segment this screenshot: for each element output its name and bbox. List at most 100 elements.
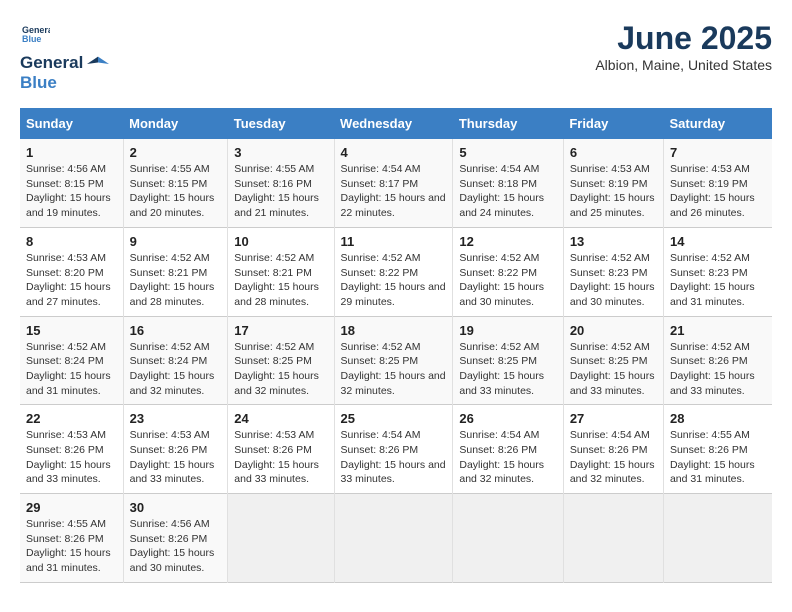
day-info: Sunrise: 4:54 AM Sunset: 8:18 PM Dayligh… xyxy=(459,162,556,221)
day-info: Sunrise: 4:54 AM Sunset: 8:26 PM Dayligh… xyxy=(341,428,447,487)
sunset: Sunset: 8:22 PM xyxy=(459,267,537,279)
daylight: Daylight: 15 hours and 24 minutes. xyxy=(459,192,544,219)
sunset: Sunset: 8:17 PM xyxy=(341,178,419,190)
sunset: Sunset: 8:21 PM xyxy=(130,267,208,279)
day-info: Sunrise: 4:55 AM Sunset: 8:16 PM Dayligh… xyxy=(234,162,327,221)
daylight: Daylight: 15 hours and 33 minutes. xyxy=(341,459,446,486)
sunrise: Sunrise: 4:54 AM xyxy=(341,163,421,175)
day-info: Sunrise: 4:52 AM Sunset: 8:26 PM Dayligh… xyxy=(670,340,766,399)
day-info: Sunrise: 4:52 AM Sunset: 8:25 PM Dayligh… xyxy=(234,340,327,399)
daylight: Daylight: 15 hours and 33 minutes. xyxy=(130,459,215,486)
day-number: 25 xyxy=(341,411,447,426)
day-number: 16 xyxy=(130,323,222,338)
sunset: Sunset: 8:26 PM xyxy=(26,533,104,545)
sunset: Sunset: 8:23 PM xyxy=(670,267,748,279)
day-number: 28 xyxy=(670,411,766,426)
calendar-week-row: 22 Sunrise: 4:53 AM Sunset: 8:26 PM Dayl… xyxy=(20,405,772,494)
daylight: Daylight: 15 hours and 33 minutes. xyxy=(459,370,544,397)
sunset: Sunset: 8:23 PM xyxy=(570,267,648,279)
day-info: Sunrise: 4:52 AM Sunset: 8:25 PM Dayligh… xyxy=(341,340,447,399)
calendar-cell: 13 Sunrise: 4:52 AM Sunset: 8:23 PM Dayl… xyxy=(563,227,663,316)
daylight: Daylight: 15 hours and 31 minutes. xyxy=(26,547,111,574)
calendar-cell: 17 Sunrise: 4:52 AM Sunset: 8:25 PM Dayl… xyxy=(228,316,334,405)
sunrise: Sunrise: 4:52 AM xyxy=(341,252,421,264)
sunset: Sunset: 8:26 PM xyxy=(130,533,208,545)
calendar-cell xyxy=(563,494,663,583)
daylight: Daylight: 15 hours and 29 minutes. xyxy=(341,281,446,308)
calendar-cell: 11 Sunrise: 4:52 AM Sunset: 8:22 PM Dayl… xyxy=(334,227,453,316)
day-number: 18 xyxy=(341,323,447,338)
day-info: Sunrise: 4:53 AM Sunset: 8:19 PM Dayligh… xyxy=(570,162,657,221)
sunrise: Sunrise: 4:52 AM xyxy=(341,341,421,353)
day-number: 19 xyxy=(459,323,556,338)
daylight: Daylight: 15 hours and 19 minutes. xyxy=(26,192,111,219)
sunset: Sunset: 8:21 PM xyxy=(234,267,312,279)
day-info: Sunrise: 4:53 AM Sunset: 8:26 PM Dayligh… xyxy=(130,428,222,487)
day-info: Sunrise: 4:55 AM Sunset: 8:26 PM Dayligh… xyxy=(670,428,766,487)
sunrise: Sunrise: 4:54 AM xyxy=(570,429,650,441)
page-header: General Blue General Blue June 2025 Albi… xyxy=(20,20,772,92)
calendar-header-row: SundayMondayTuesdayWednesdayThursdayFrid… xyxy=(20,108,772,139)
sunset: Sunset: 8:22 PM xyxy=(341,267,419,279)
sunrise: Sunrise: 4:55 AM xyxy=(234,163,314,175)
sunset: Sunset: 8:25 PM xyxy=(341,355,419,367)
sunset: Sunset: 8:26 PM xyxy=(341,444,419,456)
logo-bird-icon xyxy=(87,53,109,75)
sunrise: Sunrise: 4:53 AM xyxy=(26,252,106,264)
sunrise: Sunrise: 4:52 AM xyxy=(26,341,106,353)
calendar-cell xyxy=(334,494,453,583)
day-number: 14 xyxy=(670,234,766,249)
calendar-cell: 21 Sunrise: 4:52 AM Sunset: 8:26 PM Dayl… xyxy=(663,316,772,405)
calendar-cell: 24 Sunrise: 4:53 AM Sunset: 8:26 PM Dayl… xyxy=(228,405,334,494)
day-number: 17 xyxy=(234,323,327,338)
logo-line1: General xyxy=(20,53,83,73)
daylight: Daylight: 15 hours and 33 minutes. xyxy=(670,370,755,397)
calendar-cell: 28 Sunrise: 4:55 AM Sunset: 8:26 PM Dayl… xyxy=(663,405,772,494)
month-title: June 2025 xyxy=(595,20,772,57)
day-info: Sunrise: 4:54 AM Sunset: 8:26 PM Dayligh… xyxy=(570,428,657,487)
day-number: 7 xyxy=(670,145,766,160)
logo-line2: Blue xyxy=(20,73,83,93)
sunset: Sunset: 8:26 PM xyxy=(570,444,648,456)
day-number: 11 xyxy=(341,234,447,249)
sunset: Sunset: 8:25 PM xyxy=(459,355,537,367)
day-info: Sunrise: 4:53 AM Sunset: 8:26 PM Dayligh… xyxy=(26,428,117,487)
sunrise: Sunrise: 4:52 AM xyxy=(130,252,210,264)
day-number: 1 xyxy=(26,145,117,160)
calendar-cell xyxy=(663,494,772,583)
day-number: 24 xyxy=(234,411,327,426)
column-header-wednesday: Wednesday xyxy=(334,108,453,139)
calendar-cell: 26 Sunrise: 4:54 AM Sunset: 8:26 PM Dayl… xyxy=(453,405,563,494)
daylight: Daylight: 15 hours and 28 minutes. xyxy=(234,281,319,308)
day-number: 3 xyxy=(234,145,327,160)
sunrise: Sunrise: 4:53 AM xyxy=(130,429,210,441)
day-info: Sunrise: 4:56 AM Sunset: 8:26 PM Dayligh… xyxy=(130,517,222,576)
sunrise: Sunrise: 4:54 AM xyxy=(341,429,421,441)
sunrise: Sunrise: 4:56 AM xyxy=(130,518,210,530)
day-info: Sunrise: 4:52 AM Sunset: 8:21 PM Dayligh… xyxy=(130,251,222,310)
day-info: Sunrise: 4:52 AM Sunset: 8:25 PM Dayligh… xyxy=(570,340,657,399)
sunrise: Sunrise: 4:52 AM xyxy=(570,341,650,353)
day-number: 22 xyxy=(26,411,117,426)
logo: General Blue General Blue xyxy=(20,20,109,92)
calendar-cell: 5 Sunrise: 4:54 AM Sunset: 8:18 PM Dayli… xyxy=(453,139,563,227)
day-number: 23 xyxy=(130,411,222,426)
day-number: 21 xyxy=(670,323,766,338)
daylight: Daylight: 15 hours and 32 minutes. xyxy=(341,370,446,397)
calendar-cell: 20 Sunrise: 4:52 AM Sunset: 8:25 PM Dayl… xyxy=(563,316,663,405)
daylight: Daylight: 15 hours and 22 minutes. xyxy=(341,192,446,219)
calendar-cell: 19 Sunrise: 4:52 AM Sunset: 8:25 PM Dayl… xyxy=(453,316,563,405)
sunset: Sunset: 8:20 PM xyxy=(26,267,104,279)
sunset: Sunset: 8:24 PM xyxy=(26,355,104,367)
calendar-cell: 2 Sunrise: 4:55 AM Sunset: 8:15 PM Dayli… xyxy=(123,139,228,227)
sunset: Sunset: 8:24 PM xyxy=(130,355,208,367)
title-block: June 2025 Albion, Maine, United States xyxy=(595,20,772,73)
day-number: 4 xyxy=(341,145,447,160)
daylight: Daylight: 15 hours and 26 minutes. xyxy=(670,192,755,219)
sunset: Sunset: 8:25 PM xyxy=(234,355,312,367)
column-header-saturday: Saturday xyxy=(663,108,772,139)
sunset: Sunset: 8:25 PM xyxy=(570,355,648,367)
calendar-table: SundayMondayTuesdayWednesdayThursdayFrid… xyxy=(20,108,772,583)
sunrise: Sunrise: 4:52 AM xyxy=(459,341,539,353)
sunrise: Sunrise: 4:53 AM xyxy=(26,429,106,441)
